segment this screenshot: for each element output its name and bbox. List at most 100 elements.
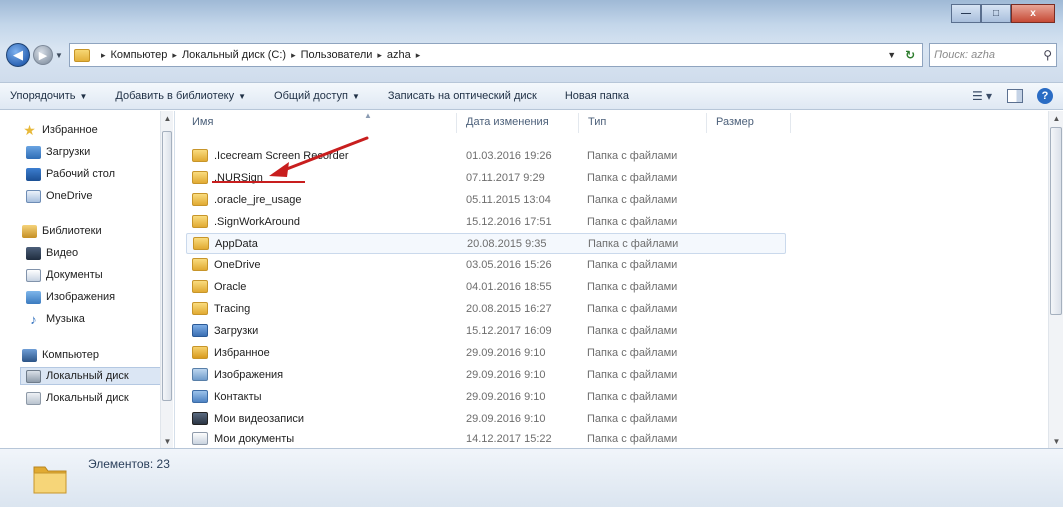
- file-name: Избранное: [214, 347, 270, 359]
- breadcrumb-separator[interactable]: ▸: [172, 50, 177, 61]
- contacts-folder-icon: [192, 390, 208, 403]
- file-type: Папка с файлами: [587, 216, 678, 228]
- column-name[interactable]: Имя: [192, 116, 213, 128]
- search-icon[interactable]: ⚲: [1043, 48, 1052, 62]
- nav-local-disk-c[interactable]: Локальный диск: [20, 367, 168, 385]
- breadcrumb-computer[interactable]: Компьютер: [110, 49, 167, 61]
- chevron-down-icon: ▼: [351, 92, 360, 101]
- nav-onedrive[interactable]: OneDrive: [26, 187, 92, 205]
- address-bar[interactable]: ▸ Компьютер ▸ Локальный диск (C:) ▸ Поль…: [68, 43, 924, 67]
- pictures-folder-icon: [192, 368, 208, 381]
- chevron-down-icon[interactable]: ▼: [887, 50, 896, 60]
- close-button[interactable]: x: [1011, 4, 1055, 23]
- minimize-button[interactable]: —: [951, 4, 981, 23]
- music-icon: ♪: [30, 311, 37, 327]
- file-list-scrollbar[interactable]: ▲ ▼: [1048, 111, 1063, 448]
- breadcrumb-local-disk[interactable]: Локальный диск (C:): [182, 49, 286, 61]
- scroll-down-icon[interactable]: ▼: [1049, 434, 1063, 448]
- file-type: Папка с файлами: [587, 172, 678, 184]
- computer-icon: [22, 348, 37, 362]
- add-to-library-button[interactable]: Добавить в библиотеку ▼: [115, 90, 246, 102]
- new-folder-button[interactable]: Новая папка: [565, 90, 629, 102]
- file-type: Папка с файлами: [587, 347, 678, 359]
- nav-scrollbar-thumb[interactable]: [162, 131, 172, 401]
- file-date: 03.05.2016 15:26: [466, 259, 552, 271]
- breadcrumb-separator[interactable]: ▸: [377, 50, 382, 61]
- column-divider[interactable]: [456, 113, 457, 133]
- file-name: .SignWorkAround: [214, 216, 301, 228]
- folder-icon: [192, 258, 208, 271]
- breadcrumb-separator[interactable]: ▸: [416, 50, 421, 61]
- file-type: Папка с файлами: [587, 391, 678, 403]
- navigation-row: ◀ ▶ ▼ ▸ Компьютер ▸ Локальный диск (C:) …: [6, 42, 1058, 68]
- star-icon: ★: [23, 121, 36, 138]
- breadcrumb-users[interactable]: Пользователи: [301, 49, 373, 61]
- share-button[interactable]: Общий доступ ▼: [274, 90, 360, 102]
- nav-downloads[interactable]: Загрузки: [26, 143, 90, 161]
- nav-libraries[interactable]: Библиотеки: [22, 222, 102, 240]
- file-row[interactable]: .oracle_jre_usage 05.11.2015 13:04 Папка…: [186, 190, 786, 211]
- column-type[interactable]: Тип: [588, 116, 606, 128]
- file-row[interactable]: Oracle 04.01.2016 18:55 Папка с файлами: [186, 277, 786, 298]
- items-count: Элементов: 23: [88, 457, 170, 471]
- documents-icon: [26, 268, 41, 282]
- nav-desktop[interactable]: Рабочий стол: [26, 165, 115, 183]
- folder-icon: [192, 215, 208, 228]
- favorites-folder-icon: [192, 346, 208, 359]
- nav-music[interactable]: ♪ Музыка: [26, 310, 85, 328]
- nav-local-disk-d[interactable]: Локальный диск: [26, 389, 129, 407]
- chevron-down-icon: ▼: [238, 92, 247, 101]
- chevron-down-icon: ▼: [79, 92, 88, 101]
- nav-documents[interactable]: Документы: [26, 266, 103, 284]
- breadcrumb-azha[interactable]: azha: [387, 49, 411, 61]
- file-row[interactable]: Мои видеозаписи 29.09.2016 9:10 Папка с …: [186, 409, 786, 430]
- nav-scrollbar[interactable]: ▲ ▼: [160, 111, 173, 448]
- column-divider[interactable]: [578, 113, 579, 133]
- column-divider[interactable]: [790, 113, 791, 133]
- file-type: Папка с файлами: [587, 303, 678, 315]
- file-date: 05.11.2015 13:04: [466, 194, 551, 206]
- view-options-icon[interactable]: ☰ ▾: [971, 88, 993, 104]
- folder-icon: [192, 193, 208, 206]
- file-row[interactable]: .SignWorkAround 15.12.2016 17:51 Папка с…: [186, 212, 786, 233]
- scroll-up-icon[interactable]: ▲: [1049, 111, 1063, 125]
- organize-button[interactable]: Упорядочить ▼: [10, 90, 87, 102]
- recent-pages-dropdown[interactable]: ▼: [53, 51, 65, 60]
- file-row[interactable]: Изображения 29.09.2016 9:10 Папка с файл…: [186, 365, 786, 386]
- maximize-button[interactable]: □: [981, 4, 1011, 23]
- column-date[interactable]: Дата изменения: [466, 116, 549, 128]
- file-row[interactable]: Мои документы 14.12.2017 15:22 Папка с ф…: [186, 429, 786, 450]
- burn-button[interactable]: Записать на оптический диск: [388, 90, 537, 102]
- file-name: Контакты: [214, 391, 262, 403]
- forward-button[interactable]: ▶: [32, 45, 53, 65]
- nav-video[interactable]: Видео: [26, 244, 78, 262]
- file-row-hovered[interactable]: AppData 20.08.2015 9:35 Папка с файлами: [186, 233, 786, 254]
- file-name: AppData: [215, 238, 258, 250]
- help-icon[interactable]: ?: [1037, 88, 1053, 104]
- file-type: Папка с файлами: [587, 433, 678, 445]
- file-list-scrollbar-thumb[interactable]: [1050, 127, 1062, 315]
- file-row[interactable]: Избранное 29.09.2016 9:10 Папка с файлам…: [186, 343, 786, 364]
- preview-pane-icon[interactable]: [1007, 89, 1023, 103]
- search-input[interactable]: Поиск: azha ⚲: [929, 43, 1058, 67]
- nav-favorites[interactable]: ★ Избранное: [22, 121, 98, 139]
- file-row[interactable]: Контакты 29.09.2016 9:10 Папка с файлами: [186, 387, 786, 408]
- nav-label: OneDrive: [46, 190, 93, 202]
- column-divider[interactable]: [706, 113, 707, 133]
- file-row[interactable]: OneDrive 03.05.2016 15:26 Папка с файлам…: [186, 255, 786, 276]
- back-button[interactable]: ◀: [6, 43, 30, 67]
- column-size[interactable]: Размер: [716, 116, 754, 128]
- breadcrumb-separator[interactable]: ▸: [101, 50, 106, 61]
- nav-label: Компьютер: [42, 349, 99, 361]
- nav-images[interactable]: Изображения: [26, 288, 115, 306]
- scroll-up-icon[interactable]: ▲: [161, 111, 174, 125]
- file-row[interactable]: Tracing 20.08.2015 16:27 Папка с файлами: [186, 299, 786, 320]
- back-arrow-icon: ◀: [12, 47, 23, 62]
- nav-label: Избранное: [42, 124, 98, 136]
- file-name: Загрузки: [214, 325, 259, 337]
- file-row[interactable]: Загрузки 15.12.2017 16:09 Папка с файлам…: [186, 321, 786, 342]
- nav-computer[interactable]: Компьютер: [22, 346, 99, 364]
- scroll-down-icon[interactable]: ▼: [161, 434, 174, 448]
- refresh-icon[interactable]: ↻: [902, 47, 918, 63]
- breadcrumb-separator[interactable]: ▸: [291, 50, 296, 61]
